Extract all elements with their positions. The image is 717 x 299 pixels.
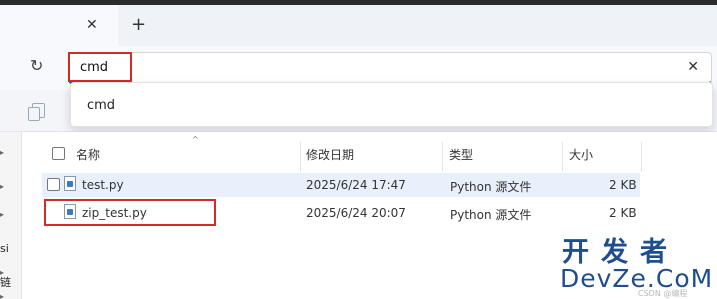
- nav-item-label[interactable]: 链: [0, 274, 11, 290]
- file-name-highlight-box: [44, 199, 216, 226]
- file-type: Python 源文件: [450, 180, 532, 194]
- copy-icon[interactable]: [28, 103, 45, 121]
- site-watermark: 开发者 DevZe.CoM CSDN @编程: [558, 228, 717, 299]
- column-header-row: 名称 修改日期 类型 大小: [22, 142, 717, 172]
- file-modified: 2025/6/24 20:07: [306, 206, 406, 220]
- file-type: Python 源文件: [450, 208, 532, 222]
- column-divider[interactable]: [641, 142, 642, 172]
- column-header-name[interactable]: 名称: [76, 146, 100, 163]
- suggestion-item[interactable]: cmd: [87, 98, 115, 113]
- address-suggestion-dropdown: cmd: [70, 82, 713, 127]
- column-header-modified[interactable]: 修改日期: [306, 146, 354, 163]
- new-tab-plus-icon[interactable]: +: [131, 16, 146, 34]
- select-all-checkbox[interactable]: [52, 147, 65, 160]
- tab-close-icon[interactable]: ✕: [86, 18, 98, 32]
- column-divider[interactable]: [562, 142, 563, 172]
- nav-item-label[interactable]: si: [0, 242, 9, 255]
- navigation-pane: ▸ ▸ ▸ ▸ ▸ si 链: [0, 132, 22, 299]
- file-size: 2 KB: [609, 206, 637, 220]
- file-name[interactable]: test.py: [82, 178, 124, 192]
- file-row-test-py[interactable]: test.py 2025/6/24 17:47 Python 源文件 2 KB: [42, 173, 640, 197]
- expand-chevron-icon[interactable]: ▸: [0, 292, 4, 299]
- expand-chevron-icon[interactable]: ▸: [0, 148, 4, 157]
- refresh-icon[interactable]: ↻: [30, 58, 43, 74]
- column-divider[interactable]: [442, 142, 443, 172]
- watermark-credit-text: CSDN @编程: [638, 289, 688, 298]
- address-input[interactable]: cmd ✕: [68, 52, 712, 84]
- watermark-bottom-text: DevZe.CoM: [560, 264, 714, 293]
- address-input-value[interactable]: cmd: [80, 60, 108, 75]
- tab-bar: ✕ +: [0, 5, 717, 46]
- column-header-type[interactable]: 类型: [449, 146, 473, 163]
- file-modified: 2025/6/24 17:47: [306, 178, 406, 192]
- row-checkbox[interactable]: [47, 178, 60, 191]
- expand-chevron-icon[interactable]: ▸: [0, 182, 4, 191]
- clear-input-icon[interactable]: ✕: [687, 59, 699, 75]
- tab-active[interactable]: ✕: [0, 5, 118, 46]
- column-header-size[interactable]: 大小: [569, 146, 593, 163]
- python-file-icon: [64, 176, 76, 191]
- file-size: 2 KB: [609, 178, 637, 192]
- expand-chevron-icon[interactable]: ▸: [0, 210, 4, 219]
- column-divider[interactable]: [300, 142, 301, 172]
